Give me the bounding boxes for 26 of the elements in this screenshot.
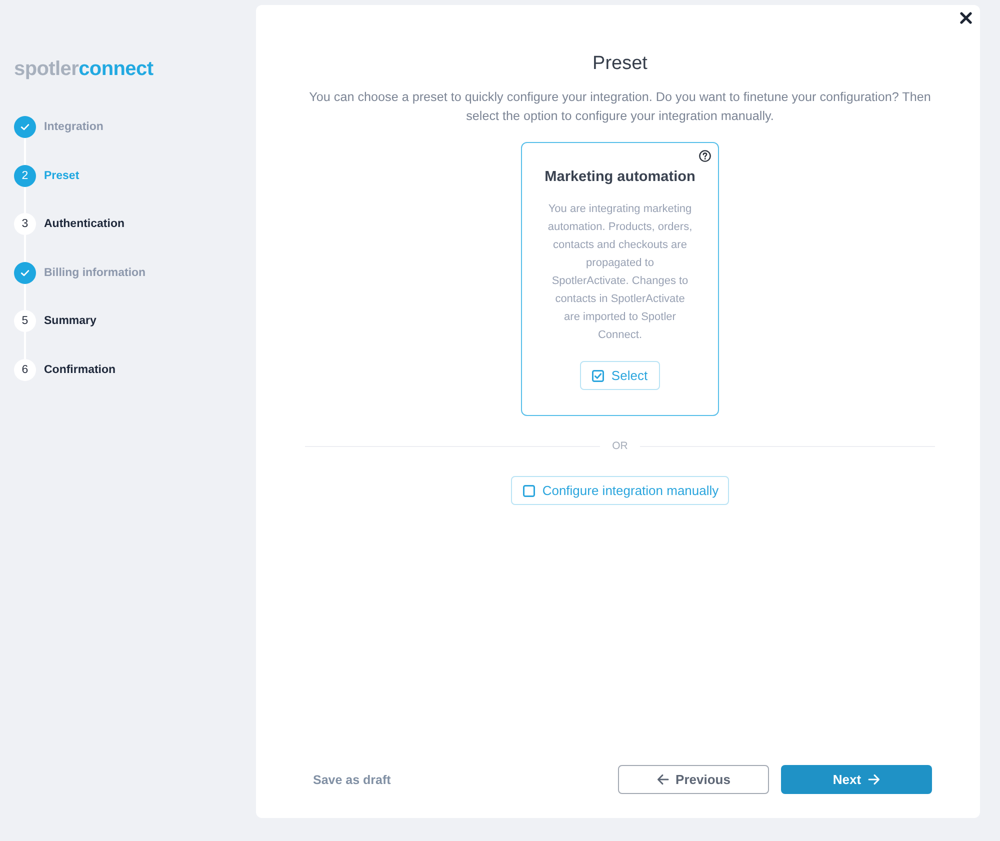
select-button[interactable]: Select: [580, 361, 660, 390]
divider-label: OR: [612, 439, 628, 453]
step-label: Summary: [44, 315, 96, 327]
arrow-right-icon: [868, 774, 880, 785]
close-icon: [960, 12, 972, 24]
step-label: Preset: [44, 170, 80, 182]
intro-text: You can choose a preset to quickly configure your integration. Do you want to finetune your configuration? Then select the option to configure your integration manually.: [308, 88, 932, 125]
card-description: You are integrating marketing automation. Products, orders, contacts and checkouts are propagated to SpotlerActivate. Changes to contacts in SpotlerActivate are imported to Spotler Connect.: [547, 202, 693, 343]
step-number: 3: [14, 213, 36, 235]
previous-button[interactable]: Previous: [618, 765, 769, 794]
page-title: Preset: [592, 52, 648, 76]
arrow-left-icon: [656, 774, 669, 785]
step-number: 5: [14, 310, 36, 332]
step-label: Authentication: [44, 218, 124, 230]
configure-manually-button[interactable]: Configure integration manually: [511, 476, 729, 505]
next-button[interactable]: Next: [781, 765, 932, 794]
help-icon[interactable]: [699, 150, 711, 162]
close-button[interactable]: [960, 12, 972, 24]
step-label: Integration: [44, 121, 104, 133]
brand-logo: spotlerconnect: [14, 58, 154, 80]
card-title: Marketing automation: [544, 168, 696, 187]
step-number: 6: [14, 358, 36, 380]
step-label: Billing information: [44, 266, 146, 278]
step-label: Confirmation: [44, 364, 116, 376]
save-draft-button[interactable]: Save as draft: [305, 768, 399, 790]
step-number: 2: [14, 164, 36, 186]
